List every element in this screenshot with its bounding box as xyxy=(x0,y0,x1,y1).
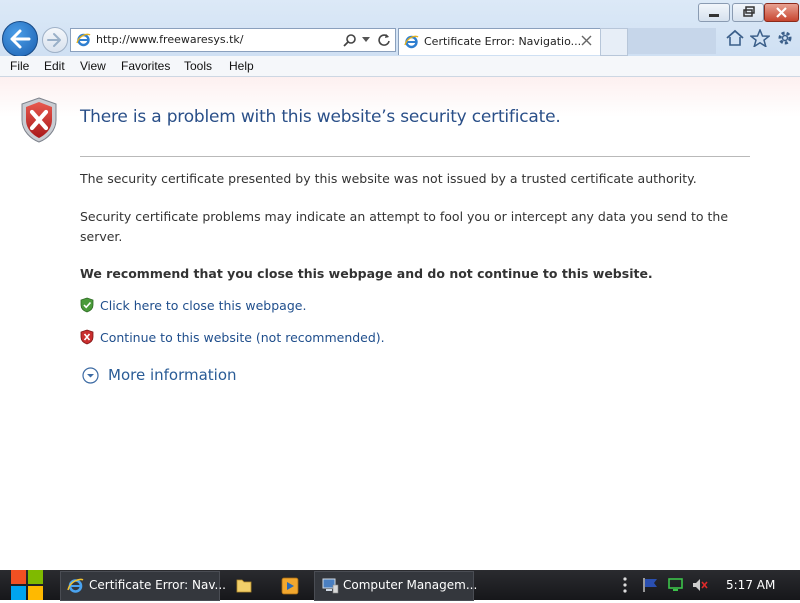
tray-overflow-icon[interactable] xyxy=(622,576,628,594)
clock[interactable]: 5:17 AM xyxy=(726,578,775,592)
menu-help[interactable]: Help xyxy=(229,59,254,73)
minimize-button[interactable] xyxy=(698,3,730,22)
back-arrow-icon xyxy=(10,29,31,49)
volume-muted-icon[interactable] xyxy=(691,577,709,593)
address-bar[interactable]: http://www.freewaresys.tk/ xyxy=(70,28,396,52)
network-icon[interactable] xyxy=(667,577,685,593)
ie-icon xyxy=(67,578,84,593)
close-webpage-link[interactable]: Click here to close this webpage. xyxy=(100,298,306,313)
windows-logo-icon xyxy=(11,570,43,600)
taskbar-item-label: Computer Managem... xyxy=(343,578,478,592)
continue-website-link[interactable]: Continue to this website (not recommende… xyxy=(100,330,385,345)
menu-favorites[interactable]: Favorites xyxy=(121,59,170,73)
page-title: There is a problem with this website’s s… xyxy=(80,107,561,127)
chevron-down-icon[interactable] xyxy=(362,37,370,43)
start-button[interactable] xyxy=(8,570,46,600)
red-shield-icon xyxy=(80,329,94,345)
folder-icon xyxy=(236,579,252,593)
forward-button[interactable] xyxy=(42,27,68,53)
taskbar-item-label: Certificate Error: Nav... xyxy=(89,578,226,592)
divider xyxy=(80,156,750,157)
menu-tools[interactable]: Tools xyxy=(184,59,212,73)
page-content: There is a problem with this website’s s… xyxy=(0,77,800,570)
favorites-star-icon[interactable] xyxy=(750,29,770,47)
taskbar-item-computer-management[interactable]: Computer Managem... xyxy=(314,571,478,601)
ie-icon xyxy=(404,35,419,49)
refresh-icon[interactable] xyxy=(377,33,391,47)
restore-icon xyxy=(743,6,755,17)
new-tab-button[interactable] xyxy=(600,28,628,56)
warning-paragraph: The security certificate presented by th… xyxy=(80,171,697,186)
close-window-button[interactable] xyxy=(764,3,799,22)
computer-management-icon xyxy=(322,578,339,594)
forward-arrow-icon xyxy=(47,33,61,47)
action-center-flag-icon[interactable] xyxy=(642,577,660,593)
ie-icon xyxy=(76,33,91,47)
menu-view[interactable]: View xyxy=(80,59,106,73)
menu-bar: File Edit View Favorites Tools Help xyxy=(0,56,800,77)
tab-certificate-error[interactable]: Certificate Error: Navigatio... xyxy=(398,28,601,55)
tab-label: Certificate Error: Navigatio... xyxy=(424,35,582,48)
search-icon[interactable] xyxy=(343,33,357,47)
media-player-icon xyxy=(281,577,299,595)
url-text[interactable]: http://www.freewaresys.tk/ xyxy=(96,33,244,46)
taskbar-item-media-player[interactable] xyxy=(268,571,312,601)
more-information-toggle[interactable]: More information xyxy=(82,366,237,387)
green-shield-icon xyxy=(80,297,94,313)
taskbar-item-explorer[interactable] xyxy=(222,571,266,601)
recommendation-text: We recommend that you close this webpage… xyxy=(80,266,653,281)
home-icon[interactable] xyxy=(725,29,745,47)
warning-paragraph: Security certificate problems may indica… xyxy=(80,209,729,244)
more-information-label[interactable]: More information xyxy=(108,366,237,384)
expand-chevron-icon xyxy=(82,367,99,384)
back-button[interactable] xyxy=(2,21,38,57)
close-icon xyxy=(776,7,787,18)
browser-chrome: http://www.freewaresys.tk/ Certificate E… xyxy=(0,0,800,57)
minimize-icon xyxy=(709,14,719,17)
gear-icon[interactable] xyxy=(775,29,795,47)
close-webpage-link-row[interactable]: Click here to close this webpage. xyxy=(80,297,306,316)
restore-button[interactable] xyxy=(732,3,764,22)
menu-edit[interactable]: Edit xyxy=(44,59,65,73)
close-tab-icon[interactable] xyxy=(581,35,592,46)
tab-strip-empty xyxy=(628,28,716,54)
continue-website-link-row[interactable]: Continue to this website (not recommende… xyxy=(80,329,385,348)
shield-error-icon xyxy=(21,97,57,143)
taskbar-item-ie[interactable]: Certificate Error: Nav... xyxy=(60,571,226,601)
menu-file[interactable]: File xyxy=(10,59,29,73)
